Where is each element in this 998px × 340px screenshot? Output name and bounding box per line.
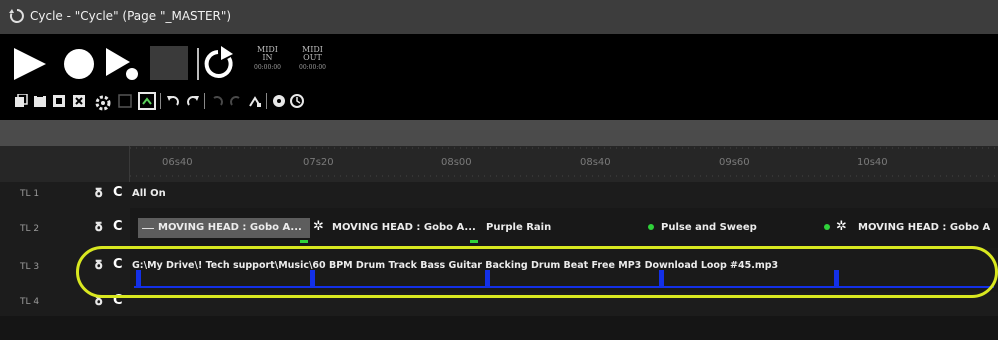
duplicate-icon[interactable] (52, 94, 66, 108)
ruler-label: 10s40 (857, 157, 888, 168)
toolbar-divider (160, 93, 161, 109)
cue-type-icon[interactable]: C (113, 219, 123, 234)
midi-out-display: MIDI OUT 00:00:00 (299, 46, 326, 72)
cycle-window: Cycle - "Cycle" (Page "_MASTER") MIDI IN… (0, 0, 998, 340)
time-ruler[interactable] (0, 146, 998, 182)
clip-marker (142, 228, 154, 229)
paste-icon[interactable] (33, 94, 47, 108)
clip-label[interactable]: MOVING HEAD : Gobo A (858, 222, 990, 233)
timeline-track-1[interactable]: TL 1 𝛅 C All On (0, 182, 998, 208)
ruler-label: 09s60 (719, 157, 750, 168)
cue-type-icon[interactable]: C (113, 185, 123, 200)
step-play-icon[interactable] (104, 46, 140, 82)
midi-out-counter: 00:00:00 (299, 64, 326, 71)
toolbar-divider (204, 93, 205, 109)
cue-marker (470, 240, 478, 243)
clip-label[interactable]: Pulse and Sweep (661, 222, 757, 233)
cue-marker (300, 240, 308, 243)
track-lane[interactable]: All On (130, 182, 998, 208)
track-name: TL 2 (20, 224, 40, 234)
settings-icon[interactable] (94, 94, 112, 112)
record-icon[interactable] (62, 47, 96, 81)
bottom-strip (0, 316, 998, 340)
jump-icon[interactable] (248, 94, 262, 108)
midi-in-line2: IN (262, 53, 273, 62)
undo-icon[interactable] (166, 94, 180, 108)
play-icon[interactable] (12, 46, 48, 82)
track-lane[interactable]: MOVING HEAD : Gobo A... ✲ MOVING HEAD : … (130, 208, 998, 248)
track-name: TL 1 (20, 189, 40, 199)
timeline-header-band (0, 120, 998, 146)
cue-dot (824, 224, 830, 230)
ruler-ticks (130, 147, 998, 177)
record-marker-icon[interactable] (272, 94, 286, 108)
midi-in-display: MIDI IN 00:00:00 (254, 46, 281, 72)
midi-in-counter: 00:00:00 (254, 64, 281, 71)
delete-icon[interactable] (72, 94, 86, 108)
cue-dot (648, 224, 654, 230)
copy-icon[interactable] (14, 94, 28, 108)
clock-icon[interactable] (290, 94, 304, 108)
ruler-label: 07s20 (303, 157, 334, 168)
midi-out-line2: OUT (303, 53, 322, 62)
ruler-label: 08s40 (580, 157, 611, 168)
lock-icon[interactable]: 𝛅 (95, 220, 102, 235)
window-title: Cycle - "Cycle" (Page "_MASTER") (30, 9, 232, 23)
cycle-icon (9, 9, 24, 23)
ruler-track-header (0, 146, 130, 182)
title-bar: Cycle - "Cycle" (Page "_MASTER") (0, 0, 998, 34)
track-header: TL 2 𝛅 C (0, 208, 130, 248)
clip-label[interactable]: MOVING HEAD : Gobo A... (158, 222, 302, 233)
save-icon[interactable] (118, 94, 132, 108)
clip-label[interactable]: MOVING HEAD : Gobo A... (332, 222, 476, 233)
loop-icon[interactable] (197, 46, 237, 82)
ruler-label: 06s40 (162, 157, 193, 168)
export-icon[interactable] (138, 92, 156, 110)
moving-head-icon: ✲ (836, 219, 847, 234)
ruler-label: 08s00 (441, 157, 472, 168)
highlight-annotation (76, 246, 998, 298)
track-header: TL 1 𝛅 C (0, 182, 130, 208)
track-name: TL 3 (20, 262, 40, 272)
stop-icon[interactable] (150, 46, 188, 80)
track-name: TL 4 (20, 297, 40, 307)
lock-icon[interactable]: 𝛅 (95, 186, 102, 201)
loop-forward-icon[interactable] (229, 94, 243, 108)
loop-back-icon[interactable] (210, 94, 224, 108)
toolbar-divider (266, 93, 267, 109)
redo-icon[interactable] (186, 94, 200, 108)
timeline-track-2[interactable]: TL 2 𝛅 C MOVING HEAD : Gobo A... ✲ MOVIN… (0, 208, 998, 248)
moving-head-icon: ✲ (313, 219, 324, 234)
clip-label[interactable]: All On (132, 188, 166, 199)
clip-label[interactable]: Purple Rain (486, 222, 551, 233)
